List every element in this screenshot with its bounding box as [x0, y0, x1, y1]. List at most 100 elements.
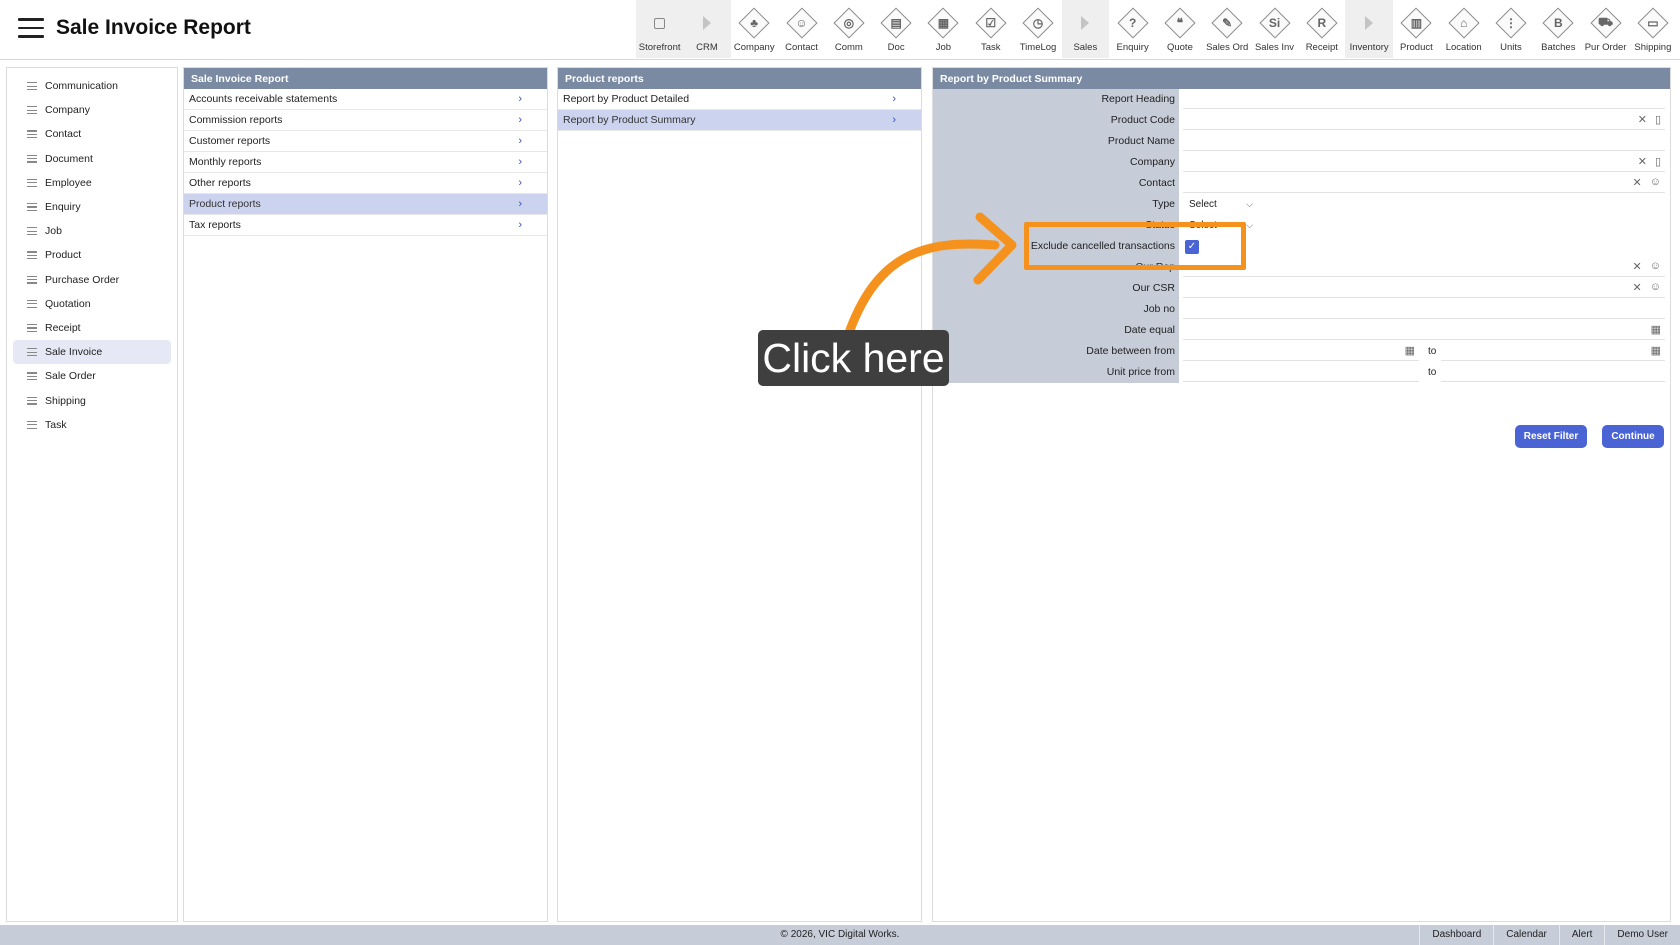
continue-button[interactable]: Continue — [1602, 425, 1664, 448]
sidebar-item-sale-order[interactable]: Sale Order — [13, 364, 171, 388]
toolbar-sales-ord-button[interactable]: ✎ Sales Ord — [1204, 0, 1251, 58]
menu-item-label: Accounts receivable statements — [189, 93, 338, 105]
toolbar-job-button[interactable]: ▦ Job — [920, 0, 967, 58]
sidebar-item-employee[interactable]: Employee — [13, 171, 171, 195]
sidebar-item-company[interactable]: Company — [13, 98, 171, 122]
hamburger-menu-icon[interactable] — [18, 18, 44, 38]
sidebar-item-document[interactable]: Document — [13, 147, 171, 171]
sidebar-item-contact[interactable]: Contact — [13, 122, 171, 146]
menu-item-product-reports[interactable]: Product reports › — [184, 194, 547, 215]
list-lookup-icon[interactable]: ▯ — [1655, 113, 1661, 126]
type-select[interactable]: Select ⌵ — [1187, 195, 1259, 213]
calendar-icon[interactable]: ▦ — [1651, 344, 1661, 357]
toolbar-storefront-button[interactable]: Storefront — [636, 0, 684, 58]
job-no-input[interactable] — [1183, 301, 1665, 319]
toolbar-receipt-button[interactable]: R Receipt — [1298, 0, 1345, 58]
footer-link-alert[interactable]: Alert — [1558, 925, 1605, 945]
highlight-box — [1024, 222, 1246, 270]
sidebar-item-task[interactable]: Task — [13, 413, 171, 437]
menu-item-label: Product reports — [189, 198, 261, 210]
chevron-right-icon: › — [518, 177, 522, 189]
toolbar-doc-button[interactable]: ▤ Doc — [872, 0, 919, 58]
toolbar-sales-inv-button[interactable]: Si Sales Inv — [1251, 0, 1298, 58]
sidebar-item-communication[interactable]: Communication — [13, 74, 171, 98]
toolbar-task-button[interactable]: ☑ Task — [967, 0, 1014, 58]
person-lookup-icon[interactable]: ☺ — [1650, 176, 1661, 189]
toolbar-company-button[interactable]: ♣ Company — [731, 0, 778, 58]
product-code-input[interactable]: ✕ ▯ — [1183, 112, 1665, 130]
toolbar-location-button[interactable]: ⌂ Location — [1440, 0, 1487, 58]
toolbar-units-button[interactable]: ⋮ Units — [1487, 0, 1534, 58]
menu-item-accounts-receivable-statements[interactable]: Accounts receivable statements › — [184, 89, 547, 110]
menu-item-other-reports[interactable]: Other reports › — [184, 173, 547, 194]
toolbar-comm-button[interactable]: ◎ Comm — [825, 0, 872, 58]
chevron-right-icon: › — [518, 114, 522, 126]
sidebar-item-purchase-order[interactable]: Purchase Order — [13, 268, 171, 292]
clear-icon[interactable]: ✕ — [1633, 176, 1642, 189]
footer-link-demo-user[interactable]: Demo User — [1604, 925, 1680, 945]
product-name-input[interactable] — [1183, 133, 1665, 151]
list-icon — [27, 106, 37, 115]
toolbar-sales-button[interactable]: Sales — [1061, 0, 1109, 58]
clear-icon[interactable]: ✕ — [1633, 260, 1642, 273]
our-rep-input[interactable]: ✕ ☺ — [1183, 259, 1665, 277]
person-lookup-icon[interactable]: ☺ — [1650, 260, 1661, 273]
menu-item-monthly-reports[interactable]: Monthly reports › — [184, 152, 547, 173]
sidebar-item-label: Enquiry — [45, 201, 81, 214]
sidebar-item-receipt[interactable]: Receipt — [13, 316, 171, 340]
sidebar-item-enquiry[interactable]: Enquiry — [13, 195, 171, 219]
toolbar-quote-button[interactable]: ❝ Quote — [1156, 0, 1203, 58]
report-category-list: Accounts receivable statements › Commissio… — [184, 89, 547, 236]
menu-item-tax-reports[interactable]: Tax reports › — [184, 215, 547, 236]
clear-icon[interactable]: ✕ — [1638, 113, 1647, 126]
sidebar-item-label: Task — [45, 418, 67, 431]
menu-item-report-by-product-detailed[interactable]: Report by Product Detailed › — [558, 89, 921, 110]
toolbar-shipping-button[interactable]: ▭ Shipping — [1629, 0, 1676, 58]
our-csr-input[interactable]: ✕ ☺ — [1183, 280, 1665, 298]
toolbar-inventory-button[interactable]: Inventory — [1345, 0, 1393, 58]
menu-item-commission-reports[interactable]: Commission reports › — [184, 110, 547, 131]
toolbar-crm-button[interactable]: CRM — [683, 0, 731, 58]
calendar-icon[interactable]: ▦ — [1405, 344, 1415, 357]
sidebar-item-quotation[interactable]: Quotation — [13, 292, 171, 316]
sidebar-item-shipping[interactable]: Shipping — [13, 388, 171, 412]
unit-price-to-input[interactable] — [1441, 364, 1665, 382]
clear-icon[interactable]: ✕ — [1633, 281, 1642, 294]
person-lookup-icon[interactable]: ☺ — [1650, 281, 1661, 294]
sidebar-item-label: Receipt — [45, 321, 81, 334]
toolbar-timelog-button[interactable]: ◷ TimeLog — [1014, 0, 1061, 58]
toolbar-label: TimeLog — [1019, 42, 1057, 53]
toolbar-contact-button[interactable]: ☺ Contact — [778, 0, 825, 58]
clear-icon[interactable]: ✕ — [1638, 155, 1647, 168]
date-from-input[interactable]: ▦ — [1183, 343, 1419, 361]
menu-item-customer-reports[interactable]: Customer reports › — [184, 131, 547, 152]
toolbar-pur-order-button[interactable]: ⛟ Pur Order — [1582, 0, 1629, 58]
menu-item-label: Commission reports — [189, 114, 283, 126]
date-to-input[interactable]: ▦ — [1441, 343, 1665, 361]
truck-icon: ▭ — [1636, 6, 1670, 40]
calendar-icon[interactable]: ▦ — [1651, 323, 1661, 336]
sidebar-item-sale-invoice[interactable]: Sale Invoice — [13, 340, 171, 365]
quote-icon: ❝ — [1163, 6, 1197, 40]
toolbar-batches-button[interactable]: B Batches — [1535, 0, 1582, 58]
date-equal-input[interactable]: ▦ — [1183, 322, 1665, 340]
sidebar-item-label: Purchase Order — [45, 273, 120, 286]
menu-item-report-by-product-summary[interactable]: Report by Product Summary › — [558, 110, 921, 131]
toolbar-enquiry-button[interactable]: ? Enquiry — [1109, 0, 1156, 58]
sidebar-item-product[interactable]: Product — [13, 243, 171, 267]
reset-filter-button[interactable]: Reset Filter — [1515, 425, 1587, 448]
report-heading-input[interactable] — [1183, 91, 1665, 109]
footer-link-calendar[interactable]: Calendar — [1493, 925, 1559, 945]
contact-input[interactable]: ✕ ☺ — [1183, 175, 1665, 193]
company-input[interactable]: ✕ ▯ — [1183, 154, 1665, 172]
sidebar-item-label: Communication — [45, 80, 118, 93]
toolbar-product-button[interactable]: ▥ Product — [1393, 0, 1440, 58]
chevron-right-icon: › — [518, 198, 522, 210]
list-icon — [27, 396, 37, 405]
toolbar-label: Shipping — [1634, 42, 1672, 53]
panel-title: Report by Product Summary — [933, 68, 1670, 89]
list-lookup-icon[interactable]: ▯ — [1655, 155, 1661, 168]
sidebar-item-job[interactable]: Job — [13, 219, 171, 243]
unit-price-from-input[interactable] — [1183, 364, 1419, 382]
footer-link-dashboard[interactable]: Dashboard — [1419, 925, 1493, 945]
